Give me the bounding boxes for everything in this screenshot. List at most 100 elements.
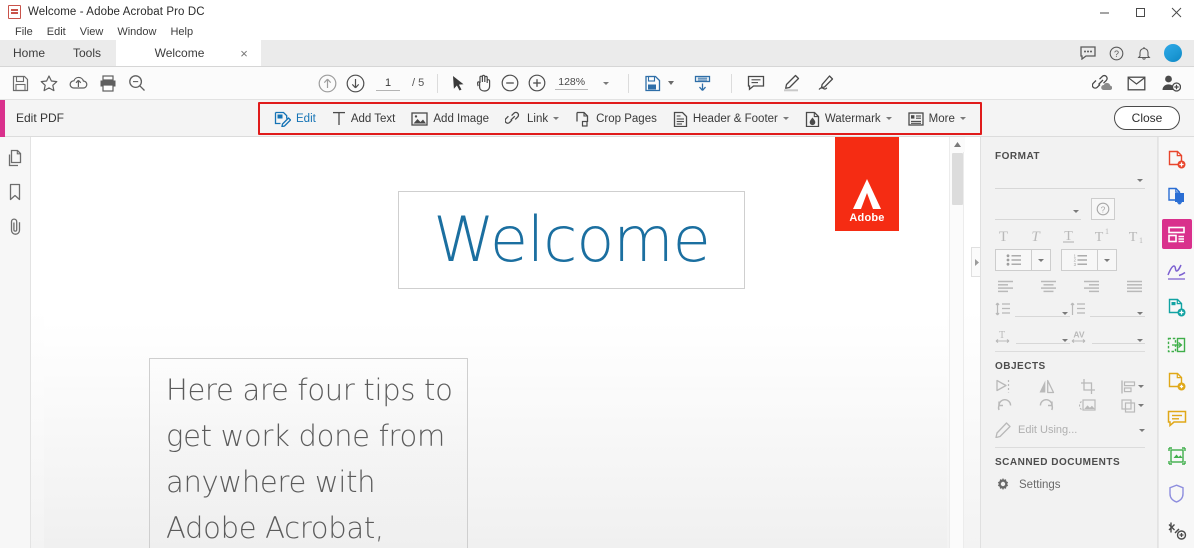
add-person-icon[interactable] xyxy=(1161,74,1181,92)
save-icon[interactable] xyxy=(12,75,29,92)
close-icon[interactable]: × xyxy=(237,47,251,60)
edit-pdf-icon[interactable] xyxy=(1161,219,1192,249)
replace-image-icon[interactable] xyxy=(1079,398,1096,413)
select-cursor-icon[interactable] xyxy=(451,75,466,92)
close-icon[interactable] xyxy=(1158,0,1194,24)
maximize-icon[interactable] xyxy=(1122,0,1158,24)
star-icon[interactable] xyxy=(40,74,58,92)
email-icon[interactable] xyxy=(1127,76,1146,91)
font-size-dropdown[interactable] xyxy=(995,203,1081,220)
close-button[interactable]: Close xyxy=(1114,106,1180,130)
bookmarks-icon[interactable] xyxy=(7,183,23,202)
document-view[interactable]: Adobe Welcome Here are four tips to get … xyxy=(31,137,981,548)
chevron-down-icon[interactable] xyxy=(1138,385,1144,388)
align-left-icon[interactable] xyxy=(997,280,1014,293)
help-circle-icon[interactable]: ? xyxy=(1091,198,1115,220)
link-tool-button[interactable]: Link xyxy=(497,105,567,132)
watermark-tool-button[interactable]: Watermark xyxy=(797,105,900,132)
horizontal-scale-control[interactable]: T xyxy=(995,328,1070,344)
chevron-down-icon[interactable] xyxy=(603,81,610,85)
organize-pages-icon[interactable] xyxy=(1162,367,1192,397)
add-text-tool-button[interactable]: Add Text xyxy=(324,105,404,132)
create-pdf-icon[interactable] xyxy=(1162,145,1192,175)
add-image-tool-button[interactable]: Add Image xyxy=(403,105,497,132)
protect-icon[interactable] xyxy=(1162,478,1192,508)
line-spacing-control[interactable] xyxy=(995,301,1070,317)
vertical-scrollbar[interactable] xyxy=(949,137,965,548)
rotate-counterclockwise-icon[interactable] xyxy=(996,398,1013,413)
chevron-down-icon[interactable] xyxy=(1097,250,1116,270)
horizontal-scale-value[interactable] xyxy=(1016,328,1070,344)
hand-tool-icon[interactable] xyxy=(475,74,492,92)
sign-icon[interactable] xyxy=(817,74,836,92)
chevron-down-icon[interactable] xyxy=(553,117,560,120)
line-spacing-value[interactable] xyxy=(1015,301,1070,317)
page-thumbnails-icon[interactable] xyxy=(6,149,25,168)
font-family-dropdown[interactable] xyxy=(995,172,1145,189)
heading-text-box[interactable]: Welcome xyxy=(398,191,745,289)
paragraph-spacing-value[interactable] xyxy=(1090,301,1145,317)
character-spacing-control[interactable]: AV xyxy=(1070,328,1145,344)
menu-file[interactable]: File xyxy=(8,24,40,40)
subscript-icon[interactable]: T1 xyxy=(1126,227,1145,244)
align-center-icon[interactable] xyxy=(1040,280,1057,293)
paragraph-text-box[interactable]: Here are four tips to get work done from… xyxy=(149,358,468,548)
menu-window[interactable]: Window xyxy=(110,24,163,40)
crop-image-icon[interactable] xyxy=(1080,379,1096,394)
chevron-down-icon[interactable] xyxy=(959,117,966,120)
paragraph-spacing-control[interactable] xyxy=(1070,301,1145,317)
menu-view[interactable]: View xyxy=(73,24,111,40)
attachments-icon[interactable] xyxy=(7,217,24,236)
zoom-in-icon[interactable] xyxy=(528,74,546,92)
collapse-right-panel-icon[interactable] xyxy=(971,247,980,277)
rotate-clockwise-icon[interactable] xyxy=(1038,398,1055,413)
export-pdf-icon[interactable] xyxy=(1162,182,1192,212)
chat-bubble-icon[interactable] xyxy=(1080,46,1096,60)
chevron-down-icon[interactable] xyxy=(1031,250,1050,270)
scrollbar-thumb[interactable] xyxy=(952,153,963,205)
crop-pages-tool-button[interactable]: Crop Pages xyxy=(567,105,665,132)
edit-tool-button[interactable]: Edit xyxy=(266,105,324,132)
chevron-down-icon[interactable] xyxy=(1137,404,1144,407)
next-page-icon[interactable] xyxy=(346,74,365,93)
flip-vertical-icon[interactable] xyxy=(996,379,1013,394)
character-spacing-value[interactable] xyxy=(1092,328,1145,344)
align-right-icon[interactable] xyxy=(1083,280,1100,293)
user-avatar[interactable] xyxy=(1164,44,1182,62)
scanned-settings-row[interactable]: Settings xyxy=(995,477,1145,493)
numbered-list-button[interactable]: 123 xyxy=(1061,249,1117,271)
menu-edit[interactable]: Edit xyxy=(40,24,73,40)
highlight-icon[interactable] xyxy=(782,74,800,92)
share-link-icon[interactable] xyxy=(1092,74,1112,92)
arrange-objects-button[interactable] xyxy=(1121,398,1144,413)
stamp-icon[interactable] xyxy=(1162,441,1192,471)
menu-help[interactable]: Help xyxy=(163,24,200,40)
fit-page-icon[interactable] xyxy=(644,75,662,92)
flip-horizontal-icon[interactable] xyxy=(1038,379,1055,394)
upload-cloud-icon[interactable] xyxy=(69,75,88,91)
fit-page-chevron-icon[interactable] xyxy=(668,81,675,85)
zoom-level-input[interactable]: 128% xyxy=(555,76,589,90)
comment-icon[interactable] xyxy=(1162,404,1192,434)
create-pdf-plus-icon[interactable] xyxy=(1162,293,1192,323)
chevron-down-icon[interactable] xyxy=(782,117,789,120)
fill-and-sign-icon[interactable] xyxy=(1162,256,1192,286)
zoom-out-icon[interactable] xyxy=(501,74,519,92)
more-tool-button[interactable]: More xyxy=(900,105,974,132)
combine-files-icon[interactable] xyxy=(1162,330,1192,360)
search-icon[interactable] xyxy=(128,74,146,92)
more-tools-icon[interactable] xyxy=(1162,515,1192,545)
page-number-input[interactable]: 1 xyxy=(376,76,400,91)
minimize-icon[interactable] xyxy=(1086,0,1122,24)
tab-welcome[interactable]: Welcome × xyxy=(116,40,261,66)
scroll-up-icon[interactable] xyxy=(950,137,965,152)
chevron-down-icon[interactable] xyxy=(1139,428,1145,432)
header-footer-tool-button[interactable]: Header & Footer xyxy=(665,105,797,132)
previous-page-icon[interactable] xyxy=(318,74,337,93)
bold-regular-icon[interactable]: T xyxy=(995,227,1012,244)
align-justify-icon[interactable] xyxy=(1126,280,1143,293)
edit-using-control[interactable]: Edit Using... xyxy=(995,422,1145,438)
italic-icon[interactable]: T xyxy=(1027,227,1044,244)
bullet-list-button[interactable] xyxy=(995,249,1051,271)
bullet-list-icon[interactable] xyxy=(996,250,1031,270)
